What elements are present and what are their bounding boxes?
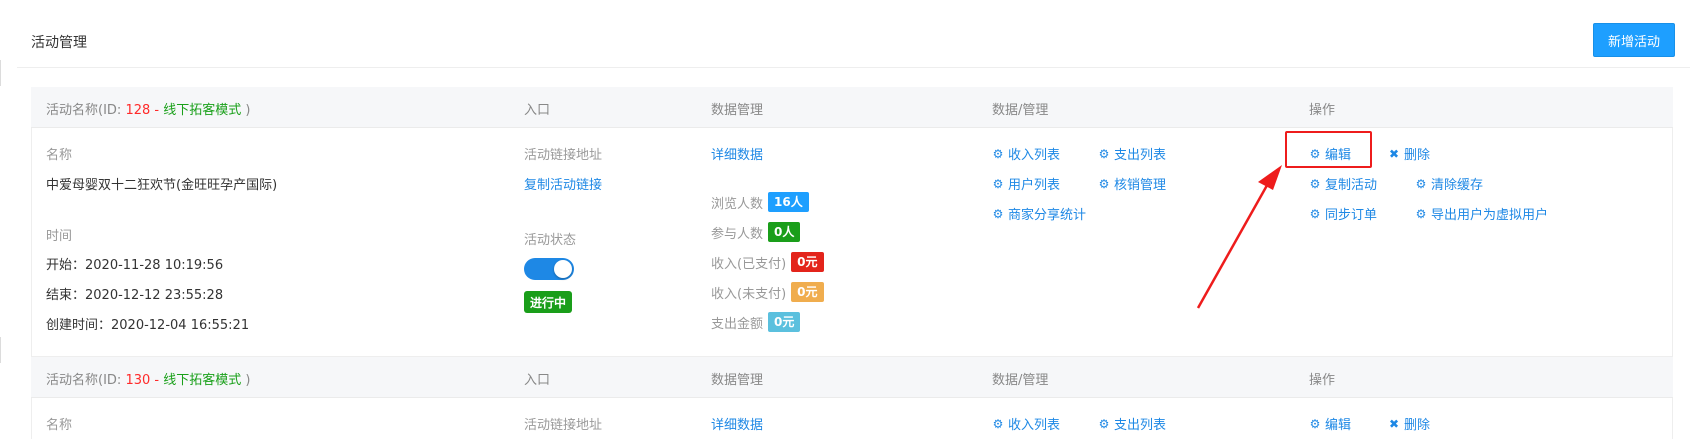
annotation-arrow — [1196, 165, 1282, 309]
